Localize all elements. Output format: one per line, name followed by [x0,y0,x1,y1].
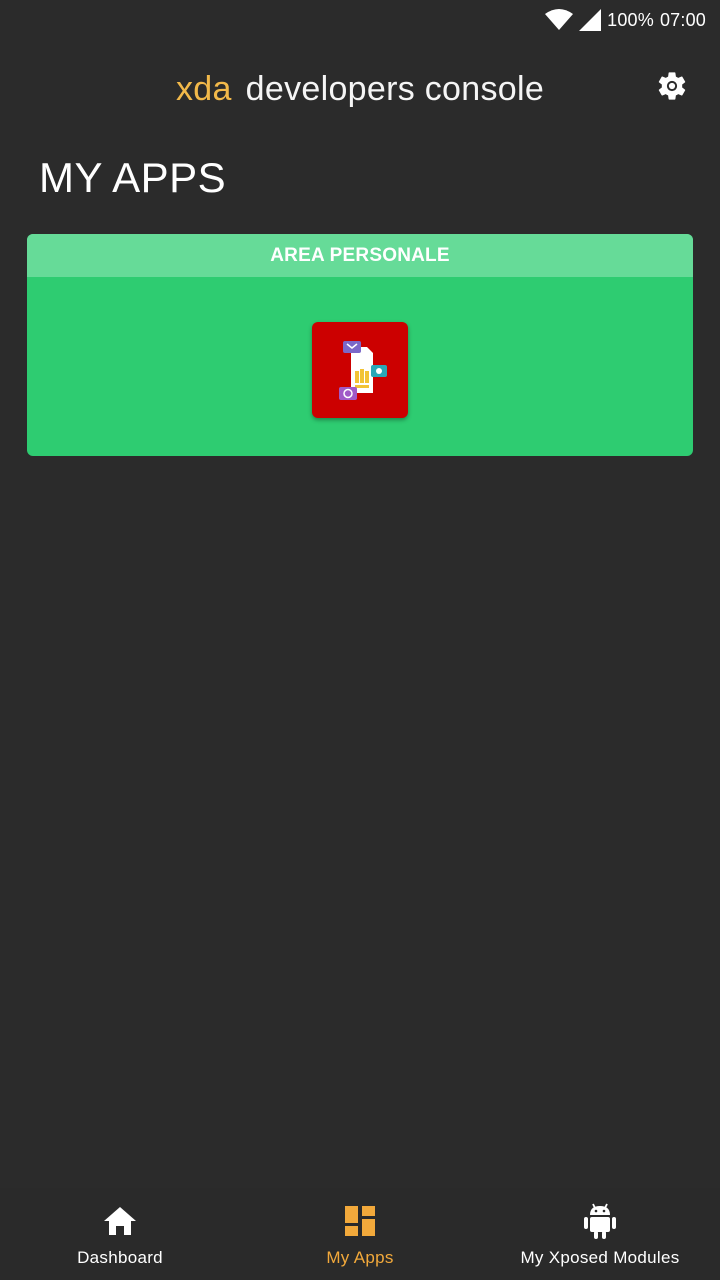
screen: 100% 07:00 xda developers console MY APPS… [0,0,720,1280]
brand-name: xda [175,69,232,108]
sim-card-app-icon[interactable] [312,322,408,418]
app-card[interactable]: AREA PERSONALE [27,234,693,456]
settings-button[interactable] [654,70,690,106]
nav-dashboard[interactable]: Dashboard [0,1188,240,1280]
home-icon [103,1204,137,1238]
clock: 07:00 [659,9,706,30]
gear-icon [655,69,689,108]
nav-my-xposed-modules-label: My Xposed Modules [520,1248,680,1267]
signal-icon [579,9,602,31]
battery-level: 100% [607,9,654,30]
nav-my-apps[interactable]: My Apps [240,1188,480,1280]
nav-my-xposed-modules[interactable]: My Xposed Modules [480,1188,720,1280]
app-title: xda developers console [176,70,544,109]
android-icon [583,1203,617,1239]
page-title: MY APPS [39,154,227,201]
nav-my-apps-label: My Apps [326,1248,394,1267]
nav-dashboard-label: Dashboard [77,1248,163,1267]
title-text: developers console [245,69,545,108]
bottom-navigation: Dashboard My Apps My Xposed Modules [0,1188,720,1280]
status-bar: 100% 07:00 [0,0,720,40]
app-bar: xda developers console [0,56,720,122]
wifi-icon [545,9,574,31]
dashboard-grid-icon [344,1204,376,1238]
app-card-title: AREA PERSONALE [27,234,693,277]
